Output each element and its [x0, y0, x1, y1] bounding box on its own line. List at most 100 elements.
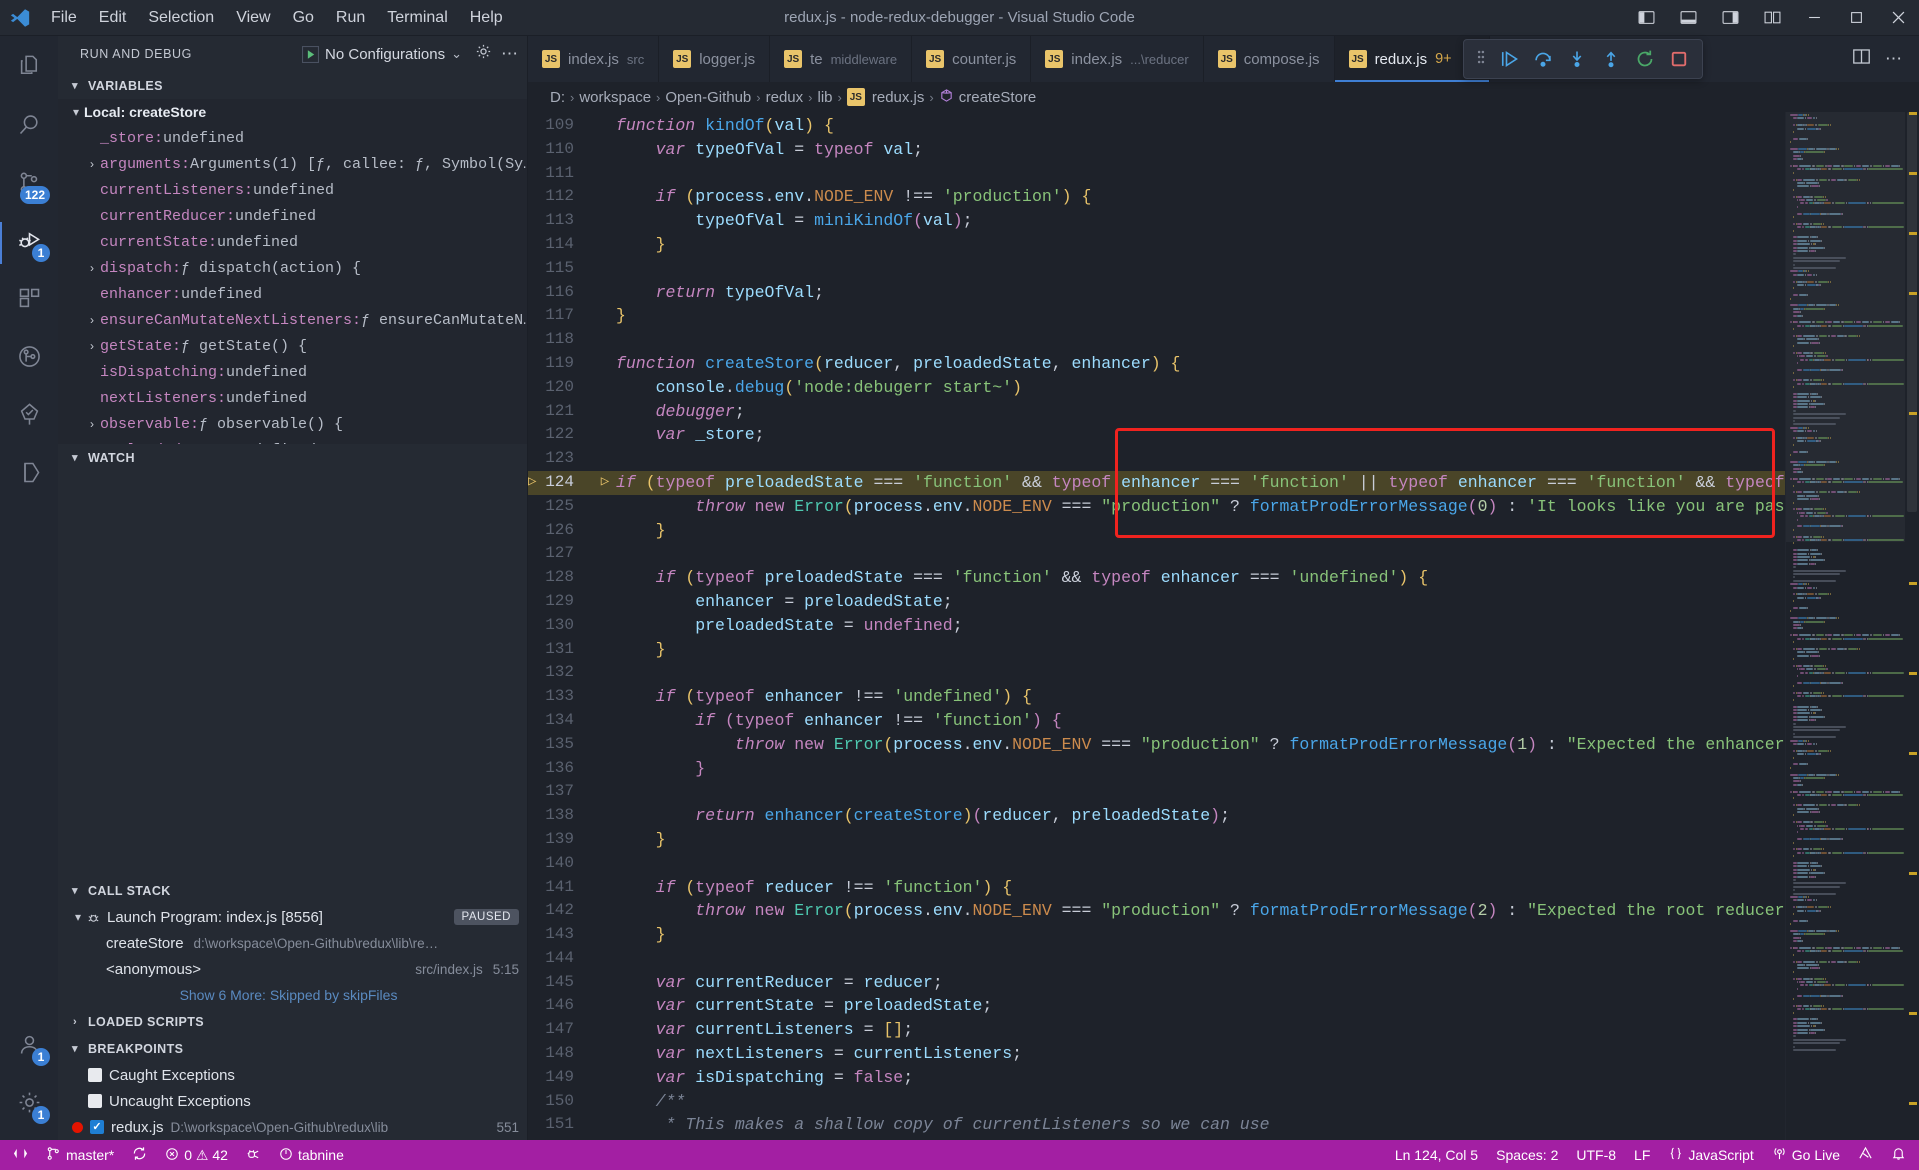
code-line[interactable]: 117} [528, 304, 1785, 328]
breadcrumb-item[interactable]: workspace [579, 89, 651, 106]
status-indentation[interactable]: Spaces: 2 [1487, 1140, 1567, 1170]
code-line[interactable]: 123 [528, 447, 1785, 471]
activity-item-testing-graph[interactable] [0, 330, 58, 388]
code-line[interactable]: 119 function createStore(reducer, preload… [528, 352, 1785, 376]
chevron-right-icon[interactable]: › [84, 313, 100, 327]
status-branch[interactable]: master* [37, 1140, 123, 1170]
code-line[interactable]: 146 var currentState = preloadedState; [528, 994, 1785, 1018]
code-line[interactable]: 115 [528, 257, 1785, 281]
code-line[interactable]: 151 * This makes a shallow copy of curre… [528, 1113, 1785, 1137]
code-line[interactable]: 141 if (typeof reducer !== 'function') { [528, 876, 1785, 900]
variable-row[interactable]: › arguments: Arguments(1) [ƒ, callee: ƒ, … [58, 151, 527, 177]
section-header-watch[interactable]: ▾ WATCH [58, 444, 527, 471]
editor-tab[interactable]: JS te middleware [770, 36, 913, 82]
variable-row[interactable]: › getState: ƒ getState() { [58, 333, 527, 359]
code-line[interactable]: 134 if (typeof enhancer !== 'function') … [528, 709, 1785, 733]
menu-terminal[interactable]: Terminal [376, 5, 458, 31]
code-line[interactable]: 147 var currentListeners = []; [528, 1018, 1785, 1042]
code-line[interactable]: 145 var currentReducer = reducer; [528, 971, 1785, 995]
menu-run[interactable]: Run [325, 5, 376, 31]
code-line[interactable]: 122 var _store; [528, 423, 1785, 447]
code-line[interactable]: 109 function kindOf(val) { [528, 114, 1785, 138]
breakpoint-row[interactable]: Caught Exceptions [58, 1062, 527, 1088]
code-line[interactable]: 112 if (process.env.NODE_ENV !== 'produc… [528, 185, 1785, 209]
code-line[interactable]: 121 debugger; [528, 400, 1785, 424]
watch-list[interactable] [58, 471, 527, 877]
editor-tab[interactable]: JS index.js ...\reducer [1031, 36, 1204, 82]
variable-row[interactable]: currentReducer: undefined [58, 203, 527, 229]
gear-icon[interactable] [474, 42, 493, 66]
code-line[interactable]: 149 var isDispatching = false; [528, 1066, 1785, 1090]
editor-scrollbar[interactable] [1905, 112, 1919, 1140]
layout-grid-icon[interactable] [1751, 0, 1793, 36]
minimap[interactable] [1785, 112, 1905, 1140]
code-viewport[interactable]: 109 function kindOf(val) {110 var typeOfV… [528, 112, 1785, 1140]
variable-row[interactable]: › ensureCanMutateNextListeners: ƒ ensureC… [58, 307, 527, 333]
status-sync[interactable] [123, 1140, 156, 1170]
chevron-right-icon[interactable]: › [84, 261, 100, 275]
variable-row[interactable]: isDispatching: undefined [58, 359, 527, 385]
code-line[interactable]: 118 [528, 328, 1785, 352]
variable-row[interactable]: › dispatch: ƒ dispatch(action) { [58, 255, 527, 281]
variable-row[interactable]: › observable: ƒ observable() { [58, 411, 527, 437]
code-line[interactable]: 110 var typeOfVal = typeof val; [528, 138, 1785, 162]
call-stack-show-more[interactable]: Show 6 More: Skipped by skipFiles [58, 982, 527, 1008]
maximize-button[interactable] [1835, 0, 1877, 36]
menu-view[interactable]: View [225, 5, 281, 31]
status-tabnine[interactable]: tabnine [270, 1140, 353, 1170]
drag-handle-icon[interactable] [1470, 47, 1492, 71]
variable-row[interactable]: currentListeners: undefined [58, 177, 527, 203]
breadcrumb-item[interactable]: createStore [959, 89, 1037, 106]
variable-row[interactable]: _store: undefined [58, 125, 527, 151]
code-line[interactable]: 116 return typeOfVal; [528, 281, 1785, 305]
ellipsis-icon[interactable]: ⋯ [1885, 49, 1903, 69]
section-header-breakpoints[interactable]: ▾ BREAKPOINTS [58, 1035, 527, 1062]
call-stack-row[interactable]: ▾ Launch Program: index.js [8556] PAUSED [58, 904, 527, 930]
step-into-button[interactable] [1560, 42, 1594, 76]
code-line[interactable]: 139 } [528, 828, 1785, 852]
menu-help[interactable]: Help [459, 5, 514, 31]
activity-item-settings[interactable]: 1 [0, 1076, 58, 1134]
editor-tab[interactable]: JS index.js src [528, 36, 660, 82]
status-remote-indicator[interactable] [4, 1140, 37, 1170]
code-line[interactable]: 130 preloadedState = undefined; [528, 614, 1785, 638]
activity-item-code-review[interactable] [0, 388, 58, 446]
stop-button[interactable] [1662, 42, 1696, 76]
code-line[interactable]: 120 console.debug('node:debugerr start~'… [528, 376, 1785, 400]
variable-row[interactable]: currentState: undefined [58, 229, 527, 255]
code-line[interactable]: 136 } [528, 757, 1785, 781]
code-line[interactable]: 126 } [528, 519, 1785, 543]
code-line[interactable]: 142 throw new Error(process.env.NODE_ENV… [528, 899, 1785, 923]
activity-item-search[interactable] [0, 98, 58, 156]
editor-tab[interactable]: JS counter.js [912, 36, 1032, 82]
code-line[interactable]: 129 enhancer = preloadedState; [528, 590, 1785, 614]
code-line[interactable]: 144 [528, 947, 1785, 971]
ellipsis-icon[interactable]: ⋯ [501, 44, 519, 64]
variable-row[interactable]: nextListeners: undefined [58, 385, 527, 411]
code-line[interactable]: 131 } [528, 638, 1785, 662]
breakpoint-row[interactable]: Uncaught Exceptions [58, 1088, 527, 1114]
status-cursor-position[interactable]: Ln 124, Col 5 [1386, 1140, 1487, 1170]
breadcrumb-item[interactable]: redux.js [872, 89, 925, 106]
menu-file[interactable]: File [40, 5, 88, 31]
section-header-loaded-scripts[interactable]: › LOADED SCRIPTS [58, 1008, 527, 1035]
breakpoints-list[interactable]: Caught ExceptionsUncaught Exceptionsredu… [58, 1062, 527, 1140]
code-line[interactable]: 132 [528, 661, 1785, 685]
breadcrumb-item[interactable]: redux [766, 89, 804, 106]
code-line[interactable]: 113 typeOfVal = miniKindOf(val); [528, 209, 1785, 233]
menu-selection[interactable]: Selection [137, 5, 225, 31]
breadcrumb-item[interactable]: D: [550, 89, 565, 106]
breakpoint-row[interactable]: redux.jsD:\workspace\Open-Github\redux\l… [58, 1114, 527, 1140]
code-lines[interactable]: 109 function kindOf(val) {110 var typeOfV… [528, 112, 1785, 1140]
status-problems[interactable]: 0 ⚠ 42 [156, 1140, 237, 1170]
chevron-right-icon[interactable]: › [84, 157, 100, 171]
status-feedback[interactable] [1849, 1140, 1882, 1170]
activity-item-explorer[interactable] [0, 40, 58, 98]
call-stack-row[interactable]: <anonymous> src/index.js 5:15 [58, 956, 527, 982]
continue-button[interactable] [1492, 42, 1526, 76]
menu-edit[interactable]: Edit [88, 5, 138, 31]
chevron-right-icon[interactable]: › [84, 417, 100, 431]
variable-row[interactable]: preloadedState: undefined [58, 437, 527, 445]
breakpoint-checkbox[interactable] [88, 1094, 102, 1108]
panel-left-icon[interactable] [1625, 0, 1667, 36]
